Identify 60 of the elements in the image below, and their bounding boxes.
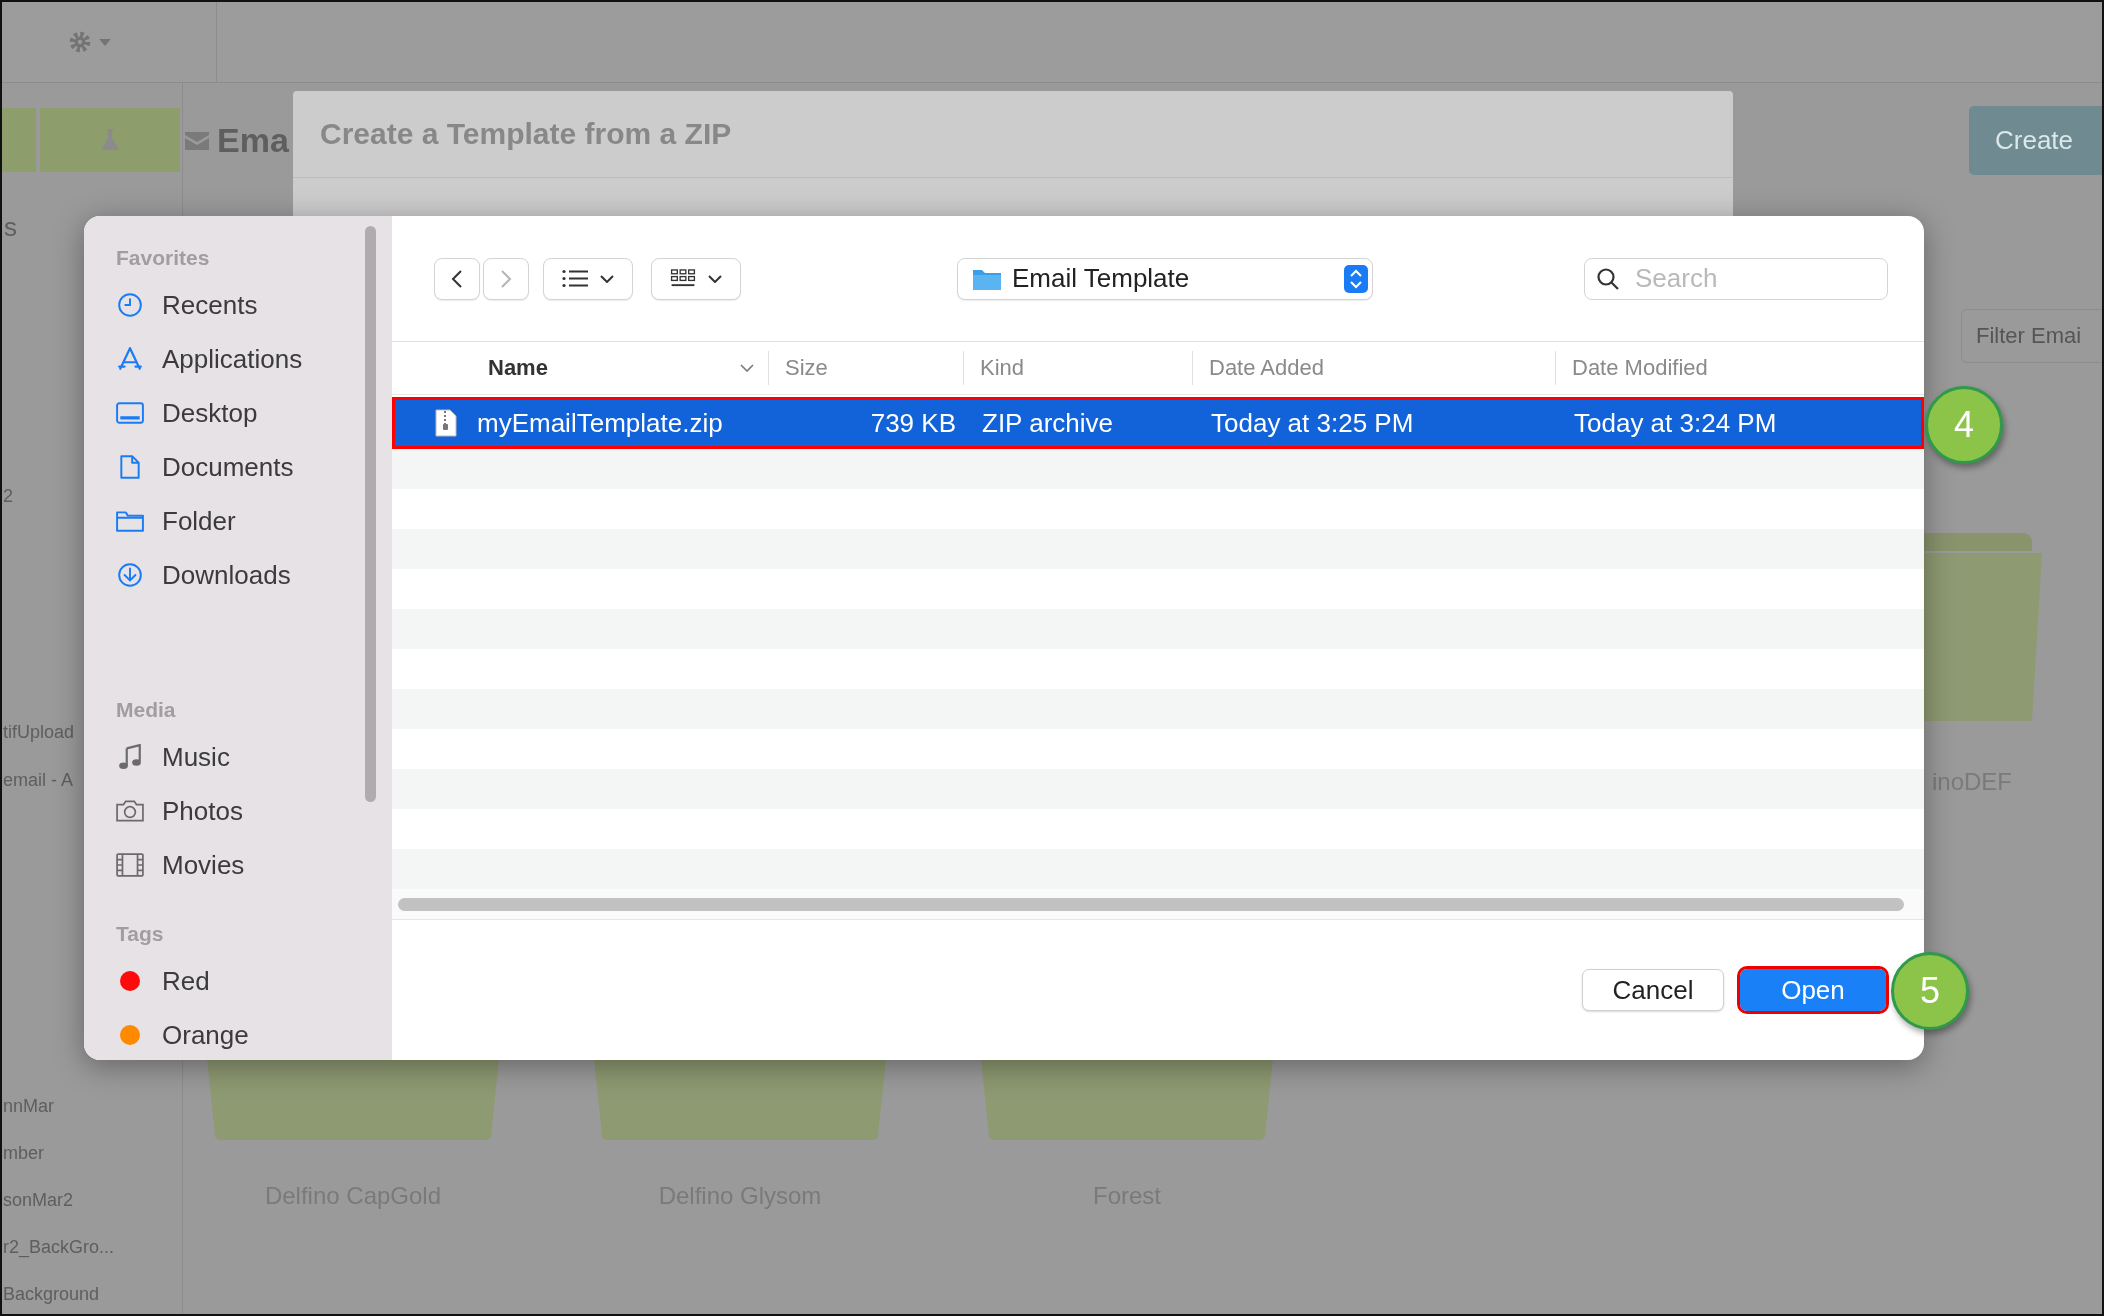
section-heading: Tags	[116, 922, 165, 947]
sidebar-item[interactable]: Music	[116, 730, 392, 784]
list-icon	[562, 269, 588, 288]
file-kind: ZIP archive	[981, 407, 1114, 439]
column-header[interactable]: Date Modified	[1555, 351, 1924, 385]
sidebar-item[interactable]: Folder	[116, 494, 392, 548]
grid-view-button[interactable]	[651, 257, 741, 300]
sidebar-item[interactable]: Recents	[116, 278, 392, 332]
filter-field[interactable]: Filter Emai	[1961, 309, 2102, 363]
column-header[interactable]: Date Added	[1192, 351, 1555, 385]
sidebar-item[interactable]: Red	[116, 954, 392, 1008]
chevron-down-icon	[600, 274, 614, 283]
scrollbar[interactable]	[365, 226, 376, 802]
clock-icon	[116, 292, 144, 318]
desktop-icon	[116, 400, 144, 426]
column-header[interactable]: Name	[392, 351, 768, 385]
section-heading: Favorites	[116, 246, 211, 271]
step-badge: 5	[1891, 952, 1969, 1030]
camera-icon	[116, 798, 144, 824]
step-badge: 4	[1925, 386, 2003, 464]
back-button[interactable]	[434, 257, 480, 300]
page-title: Ema	[217, 121, 289, 160]
scrollbar[interactable]	[398, 897, 1904, 911]
sidebar-item[interactable]: Orange	[116, 1008, 392, 1060]
stepper-icon	[1344, 263, 1368, 294]
list-view-button[interactable]	[543, 257, 633, 300]
date-modified: Today at 3:24 PM	[1573, 407, 1778, 439]
grid-icon	[670, 269, 696, 288]
sidebar-item[interactable]: Desktop	[116, 386, 392, 440]
panel-heading: s	[4, 212, 18, 243]
chevron-down-icon	[708, 274, 722, 283]
film-icon	[116, 852, 144, 878]
sidebar-item[interactable]: Downloads	[116, 548, 392, 602]
chevron-right-icon	[500, 268, 512, 289]
sidebar-item[interactable]: Applications	[116, 332, 392, 386]
sidebar-item[interactable]: Photos	[116, 784, 392, 838]
section-heading: Media	[116, 698, 177, 723]
chevron-left-icon	[451, 268, 463, 289]
flask-icon	[100, 128, 120, 152]
file-name: myEmailTemplate.zip	[477, 407, 723, 439]
sidebar-item[interactable]: Movies	[116, 838, 392, 892]
modal-title: Create a Template from a ZIP	[293, 91, 1733, 178]
folder-icon	[116, 508, 144, 534]
zip-file-icon	[435, 409, 457, 437]
column-header[interactable]: Kind	[963, 351, 1192, 385]
create-button[interactable]: Create	[1969, 106, 2102, 175]
file-size: 739 KB	[869, 407, 957, 439]
sidebar-item[interactable]: Documents	[116, 440, 392, 494]
chevron-down-icon	[740, 364, 754, 372]
apps-icon	[116, 346, 144, 372]
music-note-icon	[116, 744, 144, 770]
search-field[interactable]: Search	[1584, 257, 1888, 300]
open-button[interactable]: Open	[1740, 969, 1886, 1011]
search-icon	[1596, 266, 1620, 291]
envelope-icon	[185, 131, 209, 150]
location-popup[interactable]: Email Template	[957, 257, 1373, 300]
date-added: Today at 3:25 PM	[1210, 407, 1415, 439]
download-icon	[116, 562, 144, 588]
cancel-button[interactable]: Cancel	[1582, 969, 1724, 1011]
column-header[interactable]: Size	[768, 351, 963, 385]
